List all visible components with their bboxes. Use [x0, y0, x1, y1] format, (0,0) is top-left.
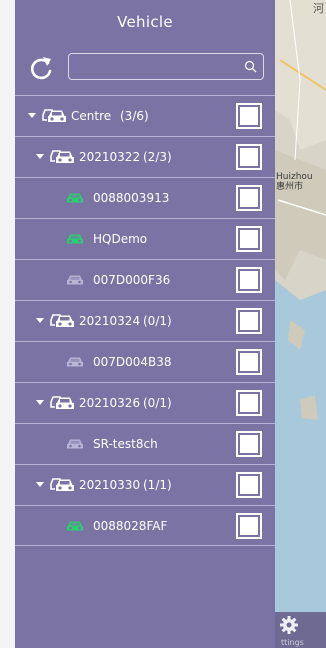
car-offline-icon	[67, 439, 83, 449]
tree-vehicle-row[interactable]: 007D000F36	[15, 259, 275, 300]
group-count: (1/1)	[143, 478, 172, 492]
search-field[interactable]	[68, 53, 264, 80]
vehicle-name: 007D004B38	[93, 355, 172, 369]
tree-vehicle-row[interactable]: 0088003913	[15, 177, 275, 218]
drawer-title: Vehicle	[117, 13, 173, 31]
expand-arrow-icon[interactable]	[36, 154, 44, 159]
tree-vehicle-row[interactable]: 0088028FAF	[15, 505, 275, 546]
expand-arrow-icon[interactable]	[36, 482, 44, 487]
left-edge-strip	[0, 0, 15, 648]
select-checkbox[interactable]	[236, 226, 262, 252]
select-checkbox[interactable]	[236, 349, 262, 375]
vehicle-group-icon	[50, 396, 74, 409]
group-count: (2/3)	[143, 150, 172, 164]
vehicle-name: 0088003913	[93, 191, 170, 205]
group-count: (0/1)	[143, 396, 172, 410]
vehicle-name: HQDemo	[93, 232, 148, 246]
settings-gear-icon[interactable]	[279, 615, 299, 635]
tree-group-row[interactable]: 20210322 (2/3)	[15, 136, 275, 177]
car-online-icon	[67, 193, 83, 203]
group-name: 20210322	[79, 150, 141, 164]
vehicle-name: SR-test8ch	[93, 437, 158, 451]
group-name: 20210330	[79, 478, 141, 492]
select-checkbox[interactable]	[236, 267, 262, 293]
expand-arrow-icon[interactable]	[28, 113, 36, 118]
group-name: Centre	[71, 109, 112, 123]
vehicle-group-icon	[42, 109, 66, 122]
select-checkbox[interactable]	[236, 472, 262, 498]
vehicle-group-icon	[50, 150, 74, 163]
select-checkbox[interactable]	[236, 390, 262, 416]
search-icon[interactable]	[244, 60, 257, 73]
tree-group-row[interactable]: 20210324 (0/1)	[15, 300, 275, 341]
expand-arrow-icon[interactable]	[36, 318, 44, 323]
map-city-label: Huizhou	[276, 172, 313, 182]
tree-group-row[interactable]: Centre (3/6)	[15, 95, 275, 136]
tree-vehicle-row[interactable]: 007D004B38	[15, 341, 275, 382]
select-checkbox[interactable]	[236, 185, 262, 211]
tree-group-row[interactable]: 20210330 (1/1)	[15, 464, 275, 505]
car-offline-icon	[67, 357, 83, 367]
car-offline-icon	[67, 275, 83, 285]
refresh-icon[interactable]	[28, 53, 56, 83]
select-checkbox[interactable]	[236, 103, 262, 129]
car-online-icon	[67, 521, 83, 531]
group-name: 20210324	[79, 314, 141, 328]
expand-arrow-icon[interactable]	[36, 400, 44, 405]
tree-vehicle-row[interactable]: HQDemo	[15, 218, 275, 259]
vehicle-name: 0088028FAF	[93, 519, 168, 533]
group-count: (0/1)	[143, 314, 172, 328]
tree-vehicle-row[interactable]: SR-test8ch	[15, 423, 275, 464]
settings-label[interactable]: ttings	[281, 638, 304, 647]
tree-group-row[interactable]: 20210326 (0/1)	[15, 382, 275, 423]
search-input[interactable]	[75, 57, 239, 79]
group-name: 20210326	[79, 396, 141, 410]
vehicle-tree: Centre (3/6) 20210322 (2/3) 0088003913 HQDemo…	[15, 95, 275, 546]
vehicle-group-icon	[50, 314, 74, 327]
select-checkbox[interactable]	[236, 144, 262, 170]
group-count: (3/6)	[120, 109, 149, 123]
vehicle-drawer: Vehicle Centre (3/6) 20210322 (2/3) 00880039…	[15, 0, 275, 648]
select-checkbox[interactable]	[236, 431, 262, 457]
select-checkbox[interactable]	[236, 308, 262, 334]
vehicle-name: 007D000F36	[93, 273, 171, 287]
vehicle-group-icon	[50, 478, 74, 491]
map-place-label: 河	[313, 2, 324, 15]
map-city-label-cn: 惠州市	[276, 182, 304, 192]
select-checkbox[interactable]	[236, 513, 262, 539]
car-online-icon	[67, 234, 83, 244]
